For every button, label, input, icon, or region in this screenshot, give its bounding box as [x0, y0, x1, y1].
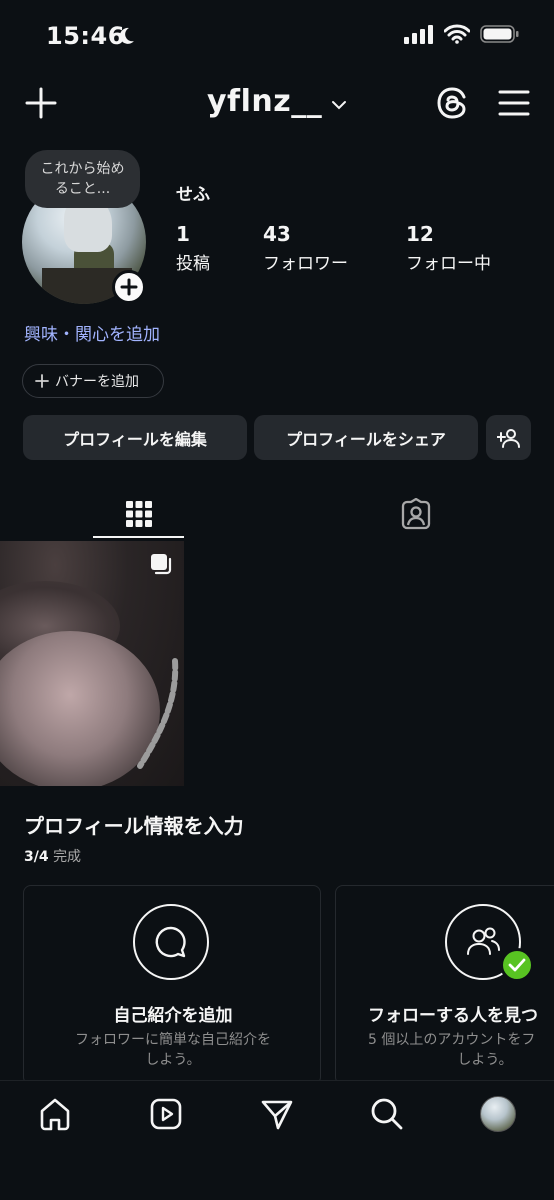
checkmark-icon [508, 958, 526, 972]
status-time: 15:46 [46, 22, 125, 50]
add-person-icon [496, 428, 520, 448]
followers-label[interactable]: フォロワー [263, 249, 348, 274]
people-icon [467, 927, 500, 955]
following-count[interactable]: 12 [406, 222, 434, 246]
completion-progress-value: 3/4 [24, 849, 49, 865]
add-banner-label: バナーを追加 [55, 374, 139, 390]
account-username[interactable]: yflnz__ [207, 84, 322, 119]
card-description: フォロワーに簡単な自己紹介を しよう。 [24, 1030, 322, 1070]
following-label[interactable]: フォロー中 [406, 249, 491, 274]
search-icon [371, 1098, 403, 1130]
tagged-person-icon [401, 498, 430, 530]
card-description-line: しよう。 [145, 1052, 201, 1068]
card-title: 自己紹介を追加 [113, 1006, 233, 1026]
threads-button[interactable] [436, 86, 468, 120]
hamburger-menu-icon [498, 90, 530, 116]
nav-profile[interactable] [478, 1094, 518, 1134]
card-description-line: 5 個以上のアカウントをフ [368, 1032, 536, 1048]
card-description-line: フォロワーに簡単な自己紹介を [75, 1032, 271, 1048]
edit-profile-label: プロフィールを編集 [63, 429, 207, 449]
post-image-chain [137, 658, 179, 769]
card-description-line: しよう。 [457, 1052, 513, 1068]
completion-title: プロフィール情報を入力 [24, 814, 244, 838]
note-bubble-line: これから始め [40, 161, 125, 177]
share-profile-label: プロフィールをシェア [286, 429, 446, 449]
home-icon [40, 1098, 70, 1131]
add-story-button[interactable] [112, 270, 146, 304]
wifi-icon [443, 24, 471, 48]
chevron-down-icon[interactable] [331, 96, 347, 115]
note-bubble[interactable]: これから始め ること... [25, 150, 140, 208]
completion-progress-suffix: 完成 [53, 849, 82, 865]
nav-home[interactable] [35, 1094, 75, 1134]
battery-icon [480, 24, 520, 48]
paper-plane-icon [261, 1100, 293, 1130]
signal-icon [404, 24, 434, 48]
card-icon-circle [133, 904, 209, 980]
plus-icon [120, 278, 138, 296]
followers-count[interactable]: 43 [263, 222, 291, 246]
moon-icon [116, 26, 136, 50]
add-interests-link[interactable]: 興味・関心を追加 [24, 320, 160, 345]
reels-icon [150, 1098, 182, 1130]
nav-search[interactable] [367, 1094, 407, 1134]
tab-tagged[interactable] [370, 488, 461, 540]
note-bubble-line: ること... [54, 181, 111, 197]
profile-name: せふ [176, 185, 210, 205]
nav-reels[interactable] [146, 1094, 186, 1134]
grid-icon [125, 501, 152, 527]
completed-check-badge [500, 948, 534, 982]
profile-avatar-small [480, 1096, 516, 1132]
carousel-icon [150, 553, 174, 581]
nav-messages[interactable] [257, 1094, 297, 1134]
create-button[interactable] [24, 86, 58, 120]
speech-bubble-icon [155, 926, 186, 958]
posts-count[interactable]: 1 [176, 222, 190, 246]
plus-icon [35, 374, 49, 388]
tab-grid[interactable] [93, 488, 184, 540]
completion-progress: 3/4 完成 [24, 846, 81, 866]
find-people-card[interactable]: フォローする人を見つ 5 個以上のアカウントをフ しよう。 [335, 885, 554, 1085]
add-bio-card[interactable]: 自己紹介を追加 フォロワーに簡単な自己紹介を しよう。 [23, 885, 321, 1085]
card-description: 5 個以上のアカウントをフ しよう。 [336, 1030, 554, 1070]
discover-people-button[interactable] [486, 415, 531, 460]
posts-label[interactable]: 投稿 [176, 249, 210, 274]
card-title: フォローする人を見つ [368, 1006, 538, 1026]
plus-icon [25, 87, 57, 119]
edit-profile-button[interactable]: プロフィールを編集 [23, 415, 247, 460]
status-icons [404, 24, 520, 48]
threads-icon [437, 87, 466, 119]
share-profile-button[interactable]: プロフィールをシェア [254, 415, 478, 460]
menu-button[interactable] [498, 89, 530, 117]
add-banner-button[interactable]: バナーを追加 [22, 364, 164, 398]
active-tab-indicator [93, 536, 184, 538]
